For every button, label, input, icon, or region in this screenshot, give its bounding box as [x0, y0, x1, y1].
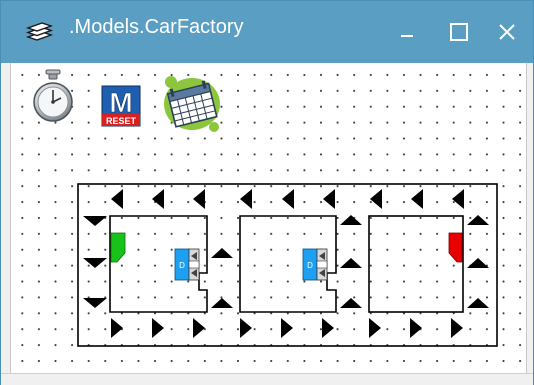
conveyor-arrow-left — [370, 189, 382, 209]
conveyor-arrow-up — [211, 298, 233, 308]
conveyor-arrow-left — [323, 189, 335, 209]
conveyor-arrow-right — [240, 318, 252, 338]
conveyor-arrow-up — [340, 298, 362, 308]
conveyor-arrow-left — [452, 189, 464, 209]
track-outer-boundary — [77, 183, 498, 347]
stacked-layers-icon — [25, 21, 53, 43]
conveyor-arrow-up — [467, 258, 489, 268]
model-canvas[interactable]: M RESET D D — [10, 63, 527, 373]
station-label: D — [179, 261, 185, 270]
app-window: .Models.CarFactory M RESET D D — [0, 0, 534, 385]
conveyor-arrow-up — [211, 248, 233, 258]
close-button[interactable] — [485, 15, 529, 49]
conveyor-arrow-left — [111, 189, 123, 209]
station-1: D — [174, 248, 200, 281]
conveyor-arrow-down — [83, 258, 107, 268]
green-block — [110, 232, 126, 263]
conveyor-arrow-left — [240, 189, 252, 209]
minimize-button[interactable] — [385, 15, 429, 49]
maximize-button[interactable] — [437, 15, 481, 49]
conveyor-arrow-right — [369, 318, 381, 338]
window-frame-bottom — [1, 373, 533, 385]
title-bar[interactable]: .Models.CarFactory — [1, 1, 533, 63]
minimize-icon — [401, 35, 413, 37]
conveyor-arrow-down — [83, 216, 107, 226]
conveyor-arrow-right — [281, 318, 293, 338]
conveyor-arrow-right — [111, 318, 123, 338]
conveyor-arrow-right — [152, 318, 164, 338]
window-title: .Models.CarFactory — [69, 16, 244, 38]
conveyor-arrow-up — [340, 258, 362, 268]
track-room-3 — [368, 215, 464, 313]
red-block — [448, 232, 463, 263]
conveyor-arrow-left — [282, 189, 294, 209]
conveyor-arrow-left — [193, 189, 205, 209]
maximize-icon — [450, 23, 468, 41]
conveyor-arrow-right — [410, 318, 422, 338]
station-label: D — [307, 261, 313, 270]
conveyor-arrow-down — [83, 298, 107, 308]
conveyor-arrow-left — [411, 189, 423, 209]
conveyor-arrow-up — [467, 298, 489, 308]
close-icon — [499, 24, 515, 40]
conveyor-arrow-right — [451, 318, 463, 338]
conveyor-arrow-right — [193, 318, 205, 338]
conveyor-arrow-left — [152, 189, 164, 209]
conveyor-arrow-right — [322, 318, 334, 338]
factory-track-diagram[interactable]: D D — [11, 63, 526, 373]
conveyor-arrow-up — [340, 215, 362, 225]
station-2: D — [302, 248, 328, 281]
window-frame-left — [1, 63, 10, 373]
conveyor-arrow-up — [467, 215, 489, 225]
